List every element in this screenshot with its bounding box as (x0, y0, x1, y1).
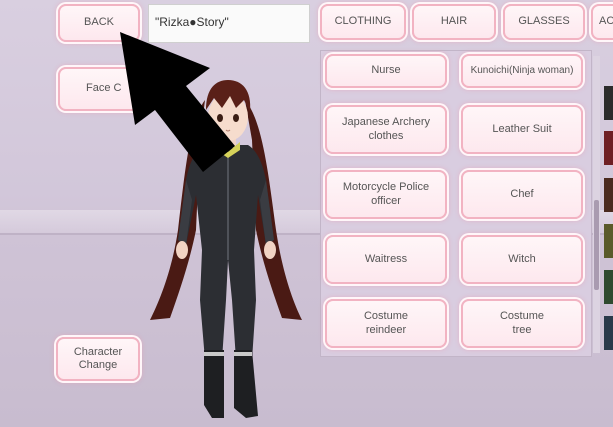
outfit-kunoichi-button[interactable]: Kunoichi(Ninja woman) (461, 54, 583, 88)
outfit-motorcycle-police-button[interactable]: Motorcycle Police officer (325, 170, 447, 219)
tab-accessories[interactable]: AC (591, 4, 613, 40)
outfit-nurse-button[interactable]: Nurse (325, 54, 447, 88)
character-change-button[interactable]: Character Change (56, 337, 140, 381)
outfit-costume-tree-button[interactable]: Costume tree (461, 299, 583, 348)
outfit-chef-button[interactable]: Chef (461, 170, 583, 219)
tab-hair[interactable]: HAIR (412, 4, 496, 40)
outfit-list-scrollbar-thumb[interactable] (594, 200, 599, 290)
outfit-witch-button[interactable]: Witch (461, 235, 583, 284)
outfit-japanese-archery-button[interactable]: Japanese Archery clothes (325, 105, 447, 154)
color-swatch[interactable] (604, 131, 613, 165)
color-swatch[interactable] (604, 224, 613, 258)
color-swatch[interactable] (604, 178, 613, 212)
outfit-waitress-button[interactable]: Waitress (325, 235, 447, 284)
color-swatch[interactable] (604, 270, 613, 304)
tab-clothing[interactable]: CLOTHING (320, 4, 406, 40)
face-button[interactable]: Face C (58, 67, 140, 111)
back-button[interactable]: BACK (58, 4, 140, 42)
color-swatch[interactable] (604, 316, 613, 350)
character-name-field[interactable]: "Rizka●Story" (148, 4, 310, 43)
outfit-costume-reindeer-button[interactable]: Costume reindeer (325, 299, 447, 348)
tab-glasses[interactable]: GLASSES (503, 4, 585, 40)
color-swatch[interactable] (604, 86, 613, 120)
outfit-leather-suit-button[interactable]: Leather Suit (461, 105, 583, 154)
